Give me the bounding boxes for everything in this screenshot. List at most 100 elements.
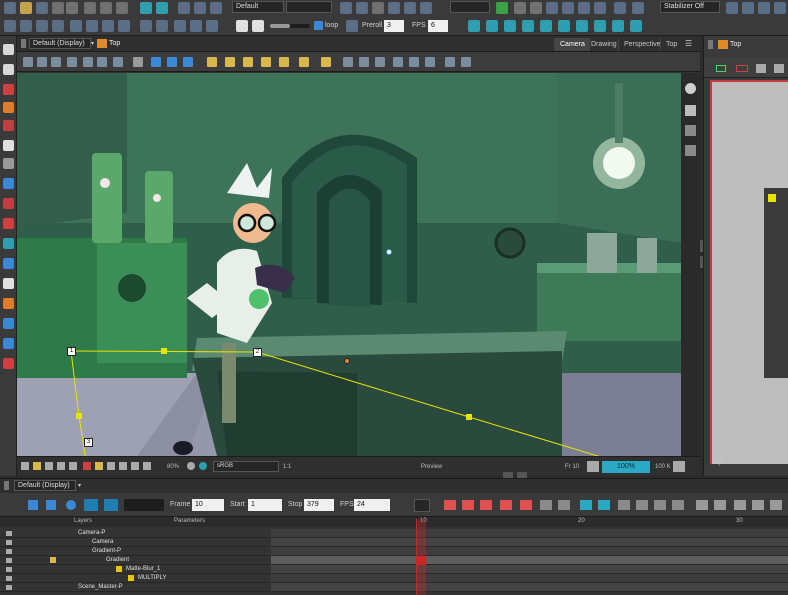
layers-icon[interactable] — [685, 105, 696, 116]
current-keyframe[interactable] — [416, 556, 426, 565]
transform-tool-icon[interactable] — [3, 318, 14, 329]
panel-menu-icon[interactable]: ☰ — [685, 39, 692, 49]
control-handle[interactable] — [161, 348, 167, 354]
motion-key-icon[interactable] — [151, 57, 161, 67]
selection-handle[interactable] — [768, 194, 776, 202]
grid-icon[interactable] — [178, 2, 190, 14]
contour-editor-icon[interactable] — [3, 64, 14, 75]
track-row[interactable] — [271, 529, 788, 538]
camera-viewport[interactable]: 1 2 3 — [17, 73, 681, 456]
record-icon[interactable] — [143, 462, 151, 470]
tool-preset-7-icon[interactable] — [576, 20, 588, 32]
rotate-icon[interactable] — [118, 20, 130, 32]
stop-motion-icon[interactable] — [156, 20, 168, 32]
eraser-tool-icon[interactable] — [3, 120, 14, 131]
copy-icon[interactable] — [100, 2, 112, 14]
control-point-label[interactable]: 3 — [84, 438, 93, 447]
effects-icon[interactable] — [404, 2, 416, 14]
tab-drawing[interactable]: Drawing — [585, 38, 622, 51]
eraser-mode-icon[interactable] — [758, 2, 770, 14]
pencil-tool-icon[interactable] — [3, 102, 14, 113]
view-mode-secondary-select[interactable] — [286, 1, 332, 13]
reset-view-icon[interactable] — [23, 57, 33, 67]
sound-status-icon[interactable] — [131, 462, 139, 470]
reset-pan-icon[interactable] — [37, 57, 47, 67]
safe-frame-icon[interactable] — [45, 462, 53, 470]
color-space-select[interactable]: sRGB — [213, 461, 279, 472]
redo-icon[interactable] — [66, 2, 78, 14]
pivot-point[interactable] — [344, 358, 350, 364]
tool-preset-6-icon[interactable] — [558, 20, 570, 32]
background-icon[interactable] — [69, 462, 77, 470]
panel-grip-icon[interactable] — [708, 40, 713, 49]
timer-icon[interactable] — [299, 57, 309, 67]
layer-icon[interactable] — [356, 2, 368, 14]
loop-checkbox[interactable] — [314, 21, 323, 30]
light-table-icon[interactable] — [210, 2, 222, 14]
eye-icon[interactable] — [685, 83, 696, 94]
shape-tool-icon[interactable] — [3, 158, 14, 169]
status-icon[interactable] — [21, 462, 29, 470]
stop-motion-key-icon[interactable] — [167, 57, 177, 67]
panel-grip-icon[interactable] — [21, 39, 26, 48]
save-icon[interactable] — [36, 2, 48, 14]
track-row[interactable] — [271, 556, 788, 565]
cutter-tool-icon[interactable] — [3, 258, 14, 269]
fps-input[interactable]: 6 — [428, 20, 448, 32]
layers-underlay-icon[interactable] — [685, 145, 696, 156]
reset-rotation-icon[interactable] — [67, 57, 77, 67]
tool-preset-9-icon[interactable] — [612, 20, 624, 32]
align-left-icon[interactable] — [343, 57, 353, 67]
tab-perspective[interactable]: Perspective — [618, 38, 666, 51]
camera-center-point[interactable] — [386, 249, 392, 255]
align-right-icon[interactable] — [375, 57, 385, 67]
hierarchy-alt-icon[interactable] — [774, 64, 784, 73]
scale-icon[interactable] — [445, 57, 455, 67]
animate-icon[interactable] — [20, 20, 32, 32]
track-row[interactable] — [271, 565, 788, 574]
cut-icon[interactable] — [84, 2, 96, 14]
peg-icon[interactable] — [372, 2, 384, 14]
light-icon[interactable] — [33, 462, 41, 470]
new-scene-icon[interactable] — [4, 2, 16, 14]
frame-icon[interactable] — [140, 2, 152, 14]
export-icon[interactable] — [562, 2, 574, 14]
control-point-label[interactable]: 2 — [253, 348, 262, 357]
import-icon[interactable] — [578, 2, 590, 14]
show-locked-icon[interactable] — [279, 57, 289, 67]
zoom-icon[interactable] — [156, 2, 168, 14]
more-tools-icon[interactable] — [774, 2, 786, 14]
distribute-icon[interactable] — [86, 20, 98, 32]
camera-frame-icon[interactable] — [716, 65, 726, 72]
deform-tool-icon[interactable] — [3, 338, 14, 349]
marker-icon[interactable] — [321, 57, 331, 67]
timeline-tracks[interactable] — [0, 479, 788, 595]
align-top-icon[interactable] — [393, 57, 403, 67]
play-icon[interactable] — [252, 20, 264, 32]
sound-icon[interactable] — [174, 20, 186, 32]
tool-preset-4-icon[interactable] — [522, 20, 534, 32]
display-select[interactable]: Default (Display) — [29, 38, 91, 49]
mirror-icon[interactable] — [113, 57, 123, 67]
ease-icon[interactable] — [140, 20, 152, 32]
undo-icon[interactable] — [52, 2, 64, 14]
nodes-icon[interactable] — [614, 2, 626, 14]
tool-preset-1-icon[interactable] — [468, 20, 480, 32]
flip-icon[interactable] — [102, 20, 114, 32]
brush-preset-select[interactable] — [450, 1, 490, 13]
render-icon[interactable] — [546, 2, 558, 14]
tool-preset-10-icon[interactable] — [630, 20, 642, 32]
align-icon[interactable] — [70, 20, 82, 32]
keyframe-icon[interactable] — [36, 20, 48, 32]
control-point-label[interactable]: 1 — [67, 347, 76, 356]
safe-area-icon[interactable] — [206, 20, 218, 32]
rect-frame-icon[interactable] — [736, 65, 748, 72]
play-back-icon[interactable] — [236, 20, 248, 32]
tool-preset-5-icon[interactable] — [540, 20, 552, 32]
preroll-input[interactable]: 3 — [384, 20, 404, 32]
library-icon[interactable] — [514, 2, 526, 14]
stabilizer-select[interactable]: Stabilizer Off — [660, 1, 720, 13]
paint-bucket-icon[interactable] — [3, 198, 14, 209]
dropper-tool-icon[interactable] — [3, 218, 14, 229]
control-handle[interactable] — [76, 413, 82, 419]
